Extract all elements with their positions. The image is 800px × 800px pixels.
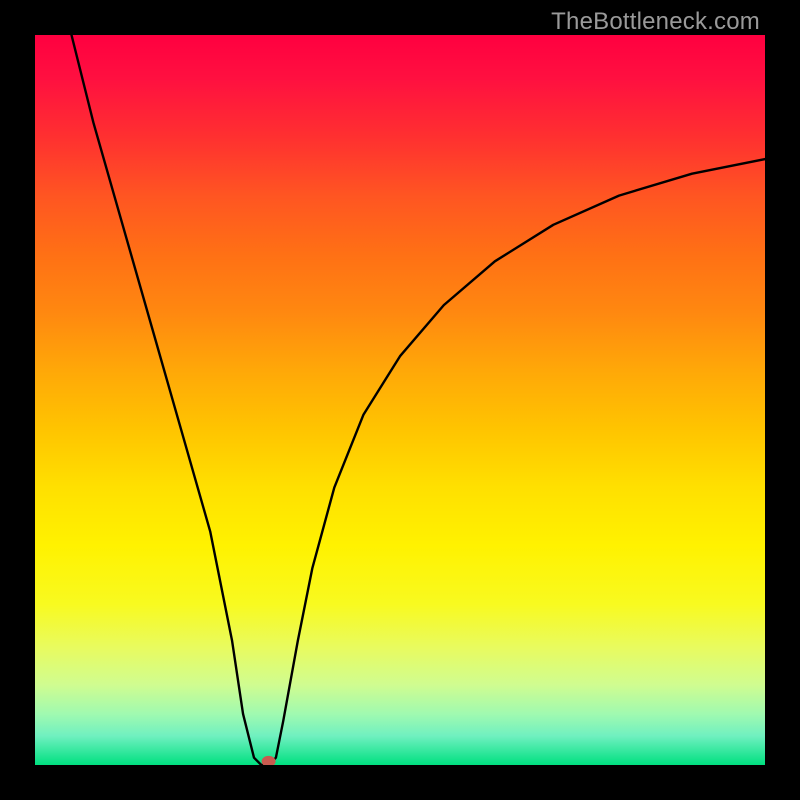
minimum-marker <box>262 756 276 765</box>
watermark-text: TheBottleneck.com <box>551 8 760 36</box>
chart-frame: TheBottleneck.com <box>0 0 800 800</box>
plot-area <box>35 35 765 765</box>
bottleneck-curve <box>72 35 766 765</box>
curve-svg <box>35 35 765 765</box>
